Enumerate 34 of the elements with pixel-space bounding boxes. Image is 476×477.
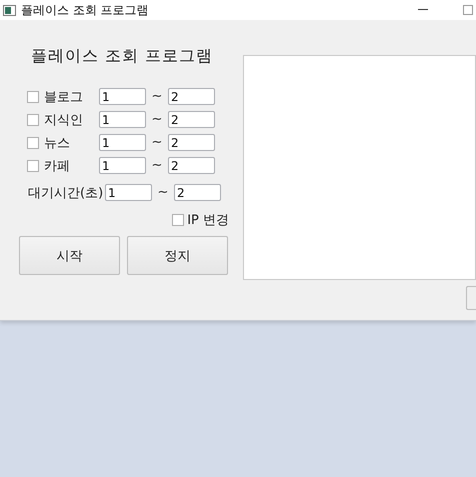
from-field[interactable]: 1 <box>99 134 146 151</box>
heading: 플레이스 조회 프로그램 <box>31 46 214 67</box>
maximize-icon[interactable] <box>463 5 473 15</box>
from-field[interactable]: 1 <box>105 184 152 201</box>
action-button[interactable]: 시작 <box>19 236 120 275</box>
checkbox[interactable] <box>172 214 184 226</box>
to-field[interactable]: 2 <box>168 134 215 151</box>
tilde: ~ <box>150 158 164 173</box>
minimize-icon[interactable] <box>418 9 428 11</box>
checkbox[interactable] <box>27 90 39 102</box>
tilde: ~ <box>150 112 164 127</box>
to-field[interactable]: 2 <box>168 88 215 105</box>
checkbox-label: 뉴스 <box>44 134 71 152</box>
from-field[interactable]: 1 <box>99 157 146 174</box>
to-field[interactable]: 2 <box>168 157 215 174</box>
cut-off-button[interactable] <box>466 286 476 310</box>
checkbox[interactable] <box>27 114 39 126</box>
checkbox-label: IP 변경 <box>187 212 229 228</box>
window-title: 플레이스 조회 프로그램 <box>21 2 149 18</box>
to-field[interactable]: 2 <box>174 184 221 201</box>
checkbox-label: 지식인 <box>44 112 84 128</box>
action-button[interactable]: 정지 <box>127 236 228 275</box>
app-icon <box>3 4 16 16</box>
tilde: ~ <box>156 185 170 200</box>
wait-time-label: 대기시간(초) <box>28 184 104 202</box>
tilde: ~ <box>150 135 164 150</box>
checkbox-label: 블로그 <box>44 88 84 106</box>
tilde: ~ <box>150 89 164 104</box>
checkbox[interactable] <box>27 136 39 148</box>
from-field[interactable]: 1 <box>99 111 146 128</box>
to-field[interactable]: 2 <box>168 111 215 128</box>
checkbox[interactable] <box>27 160 39 172</box>
from-field[interactable]: 1 <box>99 88 146 105</box>
checkbox-label: 카페 <box>44 158 71 174</box>
